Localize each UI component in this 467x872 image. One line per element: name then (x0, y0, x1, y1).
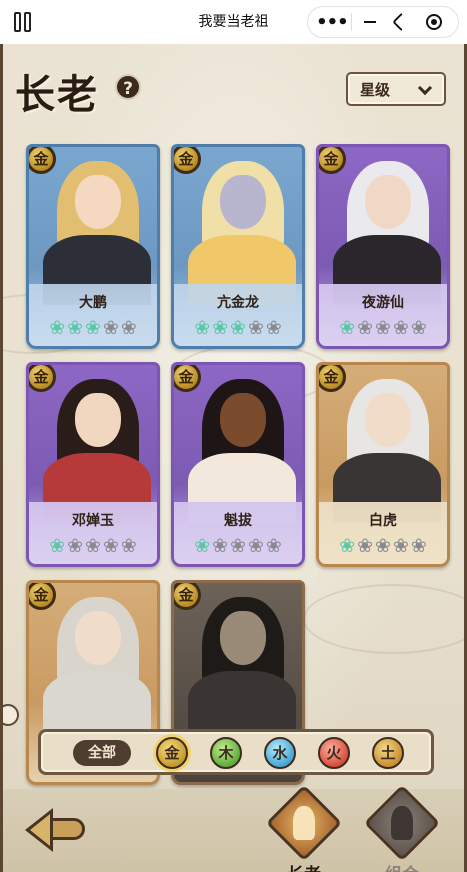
star-empty-icon: ❀ (357, 535, 374, 557)
tab-elders[interactable]: 长老 (265, 784, 343, 872)
filter-wood-button[interactable]: 木 (210, 737, 242, 769)
star-rating: ❀ ❀ ❀ ❀ ❀ (174, 536, 302, 556)
star-empty-icon: ❀ (247, 317, 264, 339)
more-dots-icon[interactable]: ••• (316, 10, 349, 34)
elder-figure-icon (293, 806, 315, 840)
star-empty-icon: ❀ (120, 535, 137, 557)
metal-grade-badge: 金 (29, 583, 56, 610)
minimize-icon[interactable] (357, 10, 383, 34)
back-arrow-icon[interactable] (23, 802, 93, 858)
filter-all-button[interactable]: 全部 (73, 740, 131, 766)
star-empty-icon: ❀ (85, 535, 101, 557)
star-empty-icon: ❀ (410, 317, 427, 339)
star-empty-icon: ❀ (247, 535, 264, 557)
elder-card[interactable]: 金魁拔 ❀ ❀ ❀ ❀ ❀ (171, 362, 305, 567)
star-rating: ❀ ❀ ❀ ❀ ❀ (29, 318, 157, 338)
filter-earth-button[interactable]: 土 (372, 737, 404, 769)
star-rating: ❀ ❀ ❀ ❀ ❀ (319, 536, 447, 556)
star-empty-icon: ❀ (265, 535, 282, 557)
star-filled-icon: ❀ (194, 317, 211, 339)
element-filter-bar: 全部 金 木 水 火 土 (38, 729, 434, 775)
metal-grade-badge: 金 (29, 365, 56, 392)
star-empty-icon: ❀ (102, 535, 119, 557)
star-rating: ❀ ❀ ❀ ❀ ❀ (319, 318, 447, 338)
restore-icon[interactable] (389, 10, 415, 34)
star-empty-icon: ❀ (392, 317, 409, 339)
star-filled-icon: ❀ (339, 317, 356, 339)
combo-figure-icon (391, 806, 413, 840)
elder-name: 夜游仙 (362, 295, 404, 311)
star-filled-icon: ❀ (49, 535, 66, 557)
star-empty-icon: ❀ (375, 535, 391, 557)
metal-grade-badge: 金 (319, 365, 346, 392)
elder-name: 大鹏 (79, 295, 107, 311)
capsule-divider (350, 13, 352, 31)
mini-program-bar: 我要当老祖 ••• (0, 0, 467, 44)
star-filled-icon: ❀ (67, 317, 84, 339)
elder-name: 亢金龙 (217, 295, 259, 311)
star-empty-icon: ❀ (375, 317, 391, 339)
star-filled-icon: ❀ (49, 317, 66, 339)
star-filled-icon: ❀ (85, 317, 101, 339)
star-empty-icon: ❀ (357, 317, 374, 339)
tab-combos[interactable]: 组合 (363, 784, 441, 872)
elder-name: 白虎 (369, 513, 397, 529)
elder-card[interactable]: 金邓婵玉 ❀ ❀ ❀ ❀ ❀ (26, 362, 160, 567)
elder-name: 邓婵玉 (72, 513, 114, 529)
star-empty-icon: ❀ (212, 535, 229, 557)
filter-water-button[interactable]: 水 (264, 737, 296, 769)
elder-name: 魁拔 (224, 513, 252, 529)
elder-card[interactable]: 金白虎 ❀ ❀ ❀ ❀ ❀ (316, 362, 450, 567)
metal-grade-badge: 金 (319, 147, 346, 174)
filter-fire-button[interactable]: 火 (318, 737, 350, 769)
star-empty-icon: ❀ (230, 535, 246, 557)
capsule-menu: ••• (307, 6, 459, 38)
metal-grade-badge: 金 (174, 147, 201, 174)
star-rating: ❀ ❀ ❀ ❀ ❀ (29, 536, 157, 556)
star-empty-icon: ❀ (265, 317, 282, 339)
star-empty-icon: ❀ (67, 535, 84, 557)
elder-card[interactable]: 金夜游仙 ❀ ❀ ❀ ❀ ❀ (316, 144, 450, 349)
tab-elders-label: 长老 (269, 860, 339, 872)
game-screen: 长老 ? 星级 金大鹏 ❀ ❀ ❀ ❀ ❀ 金亢金龙 ❀ ❀ ❀ ❀ ❀ 金夜游仙 ❀ ❀ ❀ ❀ ❀ 金邓婵玉 ❀ ❀… (0, 44, 467, 872)
elder-card[interactable]: 金亢金龙 ❀ ❀ ❀ ❀ ❀ (171, 144, 305, 349)
star-filled-icon: ❀ (230, 317, 246, 339)
tab-combos-label: 组合 (367, 860, 437, 872)
elder-card[interactable]: 金大鹏 ❀ ❀ ❀ ❀ ❀ (26, 144, 160, 349)
star-empty-icon: ❀ (120, 317, 137, 339)
star-rating: ❀ ❀ ❀ ❀ ❀ (174, 318, 302, 338)
metal-grade-badge: 金 (29, 147, 56, 174)
star-empty-icon: ❀ (392, 535, 409, 557)
star-filled-icon: ❀ (339, 535, 356, 557)
star-empty-icon: ❀ (102, 317, 119, 339)
close-target-icon[interactable] (421, 10, 447, 34)
star-filled-icon: ❀ (194, 535, 211, 557)
star-empty-icon: ❀ (410, 535, 427, 557)
filter-metal-button[interactable]: 金 (156, 737, 188, 769)
metal-grade-badge: 金 (174, 365, 201, 392)
metal-grade-badge: 金 (174, 583, 201, 610)
star-filled-icon: ❀ (212, 317, 229, 339)
